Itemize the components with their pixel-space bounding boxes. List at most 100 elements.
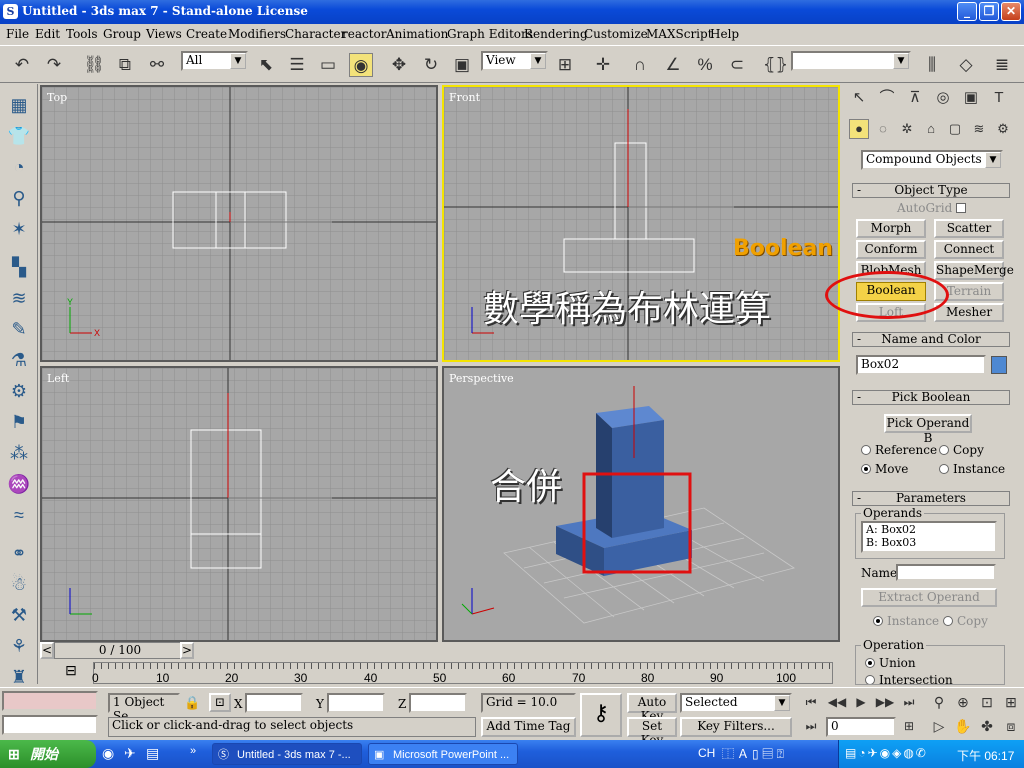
magnet-icon[interactable]: ⚗ bbox=[6, 347, 32, 373]
autogrid-checkbox[interactable]: AutoGrid bbox=[897, 201, 970, 215]
operand-b[interactable]: B: Box03 bbox=[866, 536, 995, 549]
time-next-icon[interactable]: > bbox=[180, 642, 194, 659]
menu-animation[interactable]: Animation bbox=[386, 27, 448, 41]
quicklaunch-browser-icon[interactable]: ◉ bbox=[102, 745, 114, 762]
close-button[interactable]: ✕ bbox=[1001, 2, 1021, 21]
key-filters-button[interactable]: Key Filters... bbox=[680, 717, 792, 737]
menu-edit[interactable]: Edit bbox=[35, 27, 60, 41]
create-tab-icon[interactable]: ↖ bbox=[847, 86, 871, 110]
manipulate-icon[interactable]: ✛ bbox=[591, 53, 615, 77]
arc-rotate-icon[interactable]: ✤ bbox=[976, 715, 998, 737]
key-icon[interactable]: ⚷ bbox=[580, 693, 622, 737]
maximize-button[interactable]: ❐ bbox=[979, 2, 999, 21]
connect-button[interactable]: Connect bbox=[934, 240, 1004, 259]
absolute-mode-icon[interactable]: ⊡ bbox=[209, 693, 231, 712]
go-to-start-icon[interactable]: ⏮ bbox=[800, 691, 822, 713]
snap-toggle-icon[interactable]: ∩ bbox=[628, 53, 652, 77]
play-icon[interactable]: ▶ bbox=[850, 691, 872, 713]
pick-boolean-rollout[interactable]: - Pick Boolean bbox=[852, 390, 1010, 405]
hair-icon[interactable]: ⚘ bbox=[6, 633, 32, 659]
quicklaunch-app-icon[interactable]: ✈ bbox=[124, 745, 136, 762]
zoom-extents-icon[interactable]: ⊡ bbox=[976, 691, 998, 713]
systems-icon[interactable]: ⚙ bbox=[993, 119, 1013, 139]
sphere-icon[interactable]: ◔ bbox=[6, 154, 32, 180]
z-coord-input[interactable] bbox=[409, 693, 467, 713]
minimize-button[interactable]: _ bbox=[957, 2, 977, 21]
shapemerge-button[interactable]: ShapeMerge bbox=[934, 261, 1014, 280]
quicklaunch-more-icon[interactable]: » bbox=[190, 745, 196, 757]
gear-icon[interactable]: ⚙ bbox=[6, 378, 32, 404]
motion-tab-icon[interactable]: ◎ bbox=[931, 86, 955, 110]
spacewarps-icon[interactable]: ≋ bbox=[969, 119, 989, 139]
star-icon[interactable]: ✶ bbox=[6, 216, 32, 242]
lights-icon[interactable]: ✲ bbox=[897, 119, 917, 139]
shapes-icon[interactable]: ◌ bbox=[873, 119, 893, 139]
window-crossing-icon[interactable]: ◉ bbox=[349, 53, 373, 77]
display-tab-icon[interactable]: ▣ bbox=[959, 86, 983, 110]
helpers-icon[interactable]: ▢ bbox=[945, 119, 965, 139]
knot-icon[interactable]: ⚭ bbox=[6, 540, 32, 566]
time-slider[interactable]: 0 / 100 bbox=[54, 642, 186, 659]
task-3dsmax[interactable]: Ⓢ Untitled - 3ds max 7 -... bbox=[212, 743, 362, 765]
intersection-radio[interactable]: Intersection bbox=[865, 673, 953, 684]
menu-maxscript[interactable]: MAXScript bbox=[646, 27, 713, 41]
object-type-rollout[interactable]: - Object Type bbox=[852, 183, 1010, 198]
category-dropdown[interactable]: Compound Objects ▼ bbox=[861, 150, 1003, 170]
modify-tab-icon[interactable]: ⌒ bbox=[875, 86, 899, 110]
selection-filter-dropdown[interactable]: All ▼ bbox=[181, 51, 248, 71]
named-selection-icon[interactable]: ⦃⦄ bbox=[763, 53, 788, 77]
language-indicator[interactable]: CH bbox=[698, 746, 715, 760]
geometry-icon[interactable]: ● bbox=[849, 119, 869, 139]
set-key-button[interactable]: Set Key bbox=[627, 717, 677, 747]
checker-icon[interactable]: ▚ bbox=[6, 254, 32, 280]
time-prev-icon[interactable]: < bbox=[40, 642, 54, 659]
current-frame-input[interactable]: 0 bbox=[826, 717, 896, 737]
conform-button[interactable]: Conform bbox=[856, 240, 926, 259]
layer-manager-icon[interactable]: ≣ bbox=[990, 53, 1014, 77]
morph-button[interactable]: Morph bbox=[856, 219, 926, 238]
maxscript-output-mini[interactable] bbox=[2, 715, 98, 735]
cameras-icon[interactable]: ⌂ bbox=[921, 119, 941, 139]
menu-tools[interactable]: Tools bbox=[66, 27, 98, 41]
scale-icon[interactable]: ▣ bbox=[450, 53, 474, 77]
align-icon[interactable]: ◇ bbox=[954, 53, 978, 77]
menu-rendering[interactable]: Rendering bbox=[524, 27, 588, 41]
next-frame-icon[interactable]: ▶▶ bbox=[874, 691, 896, 713]
key-mode-toggle-icon[interactable]: ⏭ bbox=[800, 715, 822, 737]
ref-coord-dropdown[interactable]: View ▼ bbox=[481, 51, 548, 71]
particles-icon[interactable]: ⁂ bbox=[6, 440, 32, 466]
pivot-center-icon[interactable]: ⊞ bbox=[553, 53, 577, 77]
pick-operand-b-button[interactable]: Pick Operand B bbox=[884, 414, 972, 445]
hierarchy-tab-icon[interactable]: ⊼ bbox=[903, 86, 927, 110]
utilities-tab-icon[interactable]: T bbox=[987, 86, 1011, 110]
coil-icon[interactable]: ≋ bbox=[6, 285, 32, 311]
bind-space-warp-icon[interactable]: ⚯ bbox=[145, 53, 169, 77]
undo-icon[interactable]: ↶ bbox=[10, 53, 34, 77]
menu-graph-editors[interactable]: Graph Editors bbox=[447, 27, 533, 41]
menu-group[interactable]: Group bbox=[103, 27, 141, 41]
fov-icon[interactable]: ▷ bbox=[928, 715, 950, 737]
prev-frame-icon[interactable]: ◀◀ bbox=[826, 691, 848, 713]
viewport-top[interactable]: XY Top bbox=[40, 85, 438, 362]
objects-icon[interactable]: ▦ bbox=[6, 92, 32, 118]
ime-toolbar[interactable]: ⿰Ａ▯▤⍰ bbox=[722, 745, 787, 762]
menu-views[interactable]: Views bbox=[146, 27, 182, 41]
start-button[interactable]: ⊞ 開始 bbox=[0, 740, 96, 768]
lock-icon[interactable]: 🔒 bbox=[184, 695, 200, 711]
menu-file[interactable]: File bbox=[6, 27, 29, 41]
spinner-snap-icon[interactable]: ⊂ bbox=[725, 53, 749, 77]
parameters-rollout[interactable]: - Parameters bbox=[852, 491, 1010, 506]
x-coord-input[interactable] bbox=[245, 693, 303, 713]
operands-list[interactable]: A: Box02 B: Box03 bbox=[861, 521, 997, 553]
track-bar[interactable]: 0 10 20 30 40 50 60 70 80 90 100 bbox=[92, 662, 834, 685]
task-powerpoint[interactable]: ▣ Microsoft PowerPoint ... bbox=[368, 743, 518, 765]
auto-key-button[interactable]: Auto Key bbox=[627, 693, 677, 723]
zoom-icon[interactable]: ⚲ bbox=[928, 691, 950, 713]
add-time-tag-button[interactable]: Add Time Tag bbox=[481, 717, 576, 737]
operand-name-input[interactable] bbox=[896, 564, 996, 581]
unlink-icon[interactable]: ⧉ bbox=[113, 53, 137, 77]
select-link-icon[interactable]: ⛓ bbox=[82, 53, 106, 77]
reference-radio[interactable]: Reference bbox=[861, 443, 937, 457]
object-name-input[interactable]: Box02 bbox=[856, 355, 986, 375]
key-mode-dropdown[interactable]: Selected ▼ bbox=[680, 693, 792, 713]
